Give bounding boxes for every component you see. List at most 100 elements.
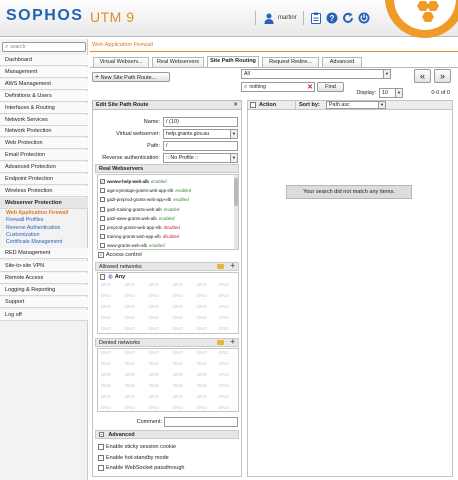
option-checkbox[interactable] [98,454,104,461]
option-checkbox[interactable] [98,465,104,471]
tab[interactable]: Advanced [322,57,362,67]
webserver-row[interactable]: agencytestapi-grants-web-app-elb enabled [100,186,191,195]
option-checkbox[interactable] [98,444,104,450]
advanced-header[interactable]: − Advanced [95,430,239,439]
advanced-option[interactable]: Enable hot-standby mode [98,454,169,461]
webserver-checkbox[interactable] [100,197,105,203]
dnd-watermark: DND [101,304,111,309]
add-icon[interactable]: + [230,262,235,270]
webserver-row[interactable]: ✓ wwww-help-web-alb enabled [100,177,167,186]
advanced-option[interactable]: Enable sticky session cookie [98,444,176,450]
sidebar-item[interactable]: Log off [0,309,88,321]
sidebar-subitem[interactable]: Certificate Management [6,239,62,246]
new-button-label: New Site Path Route... [100,75,157,81]
sortby-select[interactable]: Path asc ▼ [326,101,386,109]
advanced-option[interactable]: Enable WebSocket passthrough [98,465,184,471]
sidebar-item[interactable]: Support [0,297,88,309]
reload-icon[interactable] [342,12,355,25]
webserver-row[interactable]: ga2l-training-grants-web-alb enabled [100,205,179,214]
sidebar-item[interactable]: Definitions & Users [0,90,88,102]
dnd-watermark: DND [219,293,229,298]
clipboard-icon[interactable] [310,12,323,25]
range-text: 0-0 of 0 [431,90,450,96]
delete-icon[interactable] [100,274,105,280]
collapse-icon[interactable]: − [99,432,104,438]
name-field[interactable]: / (10) [163,117,238,127]
name-label: Name: [143,119,160,125]
close-icon[interactable]: ✕ [233,101,238,110]
webserver-status: enabled [150,179,167,184]
sidebar-item[interactable]: Advanced Protection [0,162,88,174]
sidebar-item[interactable]: Webserver Protection [0,197,88,209]
list-search-input[interactable]: ⌕ nothing ✕ [241,82,315,92]
folder-icon[interactable] [217,264,224,269]
dnd-watermark: DND [197,293,207,298]
first-page-button[interactable]: « [414,69,431,83]
sidebar-item[interactable]: Logging & Reporting [0,285,88,297]
webserver-checkbox[interactable] [100,234,105,240]
new-site-path-route-button[interactable]: + New Site Path Route... [92,72,170,82]
webserver-checkbox[interactable] [100,243,105,249]
dnd-watermark: DND [125,282,135,287]
sidebar-item[interactable]: Email Protection [0,150,88,162]
display-select[interactable]: 10 ▼ [379,88,403,98]
sidebar-item[interactable]: Network Services [0,114,88,126]
sidebar-search-input[interactable]: ⌕ search [2,42,86,52]
allowed-network-item[interactable]: ◍ Any [100,274,125,280]
sidebar-subitem[interactable]: Customization [6,232,40,239]
dnd-watermark: DND [197,282,207,287]
dnd-watermark: DND [125,361,135,366]
sidebar-item[interactable]: Management [0,66,88,78]
webserver-checkbox[interactable] [100,215,105,221]
select-all-checkbox[interactable] [250,102,256,108]
last-page-button[interactable]: » [434,69,451,83]
scrollbar-thumb[interactable] [234,178,238,206]
tab[interactable]: Real Webservers [152,57,204,67]
denied-networks-title: Denied networks [99,340,140,346]
webserver-checkbox[interactable]: ✓ [100,179,105,184]
reverse-auth-select[interactable]: :: No Profile :: ▼ [163,153,238,163]
allowed-networks-list: DND DND DND DND DND DND DND DND DND DND DND DND DND D… [97,272,239,334]
webserver-row[interactable]: ga2l-preprod-grants-web-app-elb enabled [100,195,189,204]
webserver-checkbox[interactable] [100,225,105,230]
webserver-name: wwww-help-web-alb [107,179,149,184]
header-toolbar: martinr ? [252,10,371,26]
sidebar-subitem[interactable]: Firewall Profiles [6,217,43,224]
webserver-row[interactable]: preprod-grants-web-app-elb disabled [100,223,180,232]
path-field[interactable]: / [163,141,238,151]
help-icon[interactable]: ? [326,12,339,25]
webserver-row[interactable]: ga2l-www-grants-web-alb enabled [100,214,174,223]
sidebar-item[interactable]: Site-to-site VPN [0,260,88,272]
tab[interactable]: Site Path Routing [207,56,259,67]
folder-icon[interactable] [217,340,224,345]
tab[interactable]: Request Redire... [262,57,319,67]
sidebar-item[interactable]: Interfaces & Routing [0,102,88,114]
sidebar-item[interactable]: Remote Access [0,272,88,284]
sidebar-item[interactable]: Wireless Protection [0,185,88,197]
sidebar-item[interactable]: Web Protection [0,138,88,150]
sidebar-item[interactable]: AWS Management [0,78,88,90]
dnd-watermark: DND [219,372,229,377]
sidebar-item[interactable]: Network Protection [0,126,88,138]
webserver-row[interactable]: training-grants-web-app-elb disabled [100,232,179,241]
sidebar-item[interactable]: RED Management [0,248,88,260]
sidebar-subitem[interactable]: Reverse Authentication [6,225,60,232]
sidebar-item[interactable]: Dashboard [0,55,88,66]
clear-icon[interactable]: ✕ [307,84,314,91]
power-icon[interactable] [358,12,371,25]
virtual-webserver-select[interactable]: help.grants.gov.au ▼ [163,129,238,139]
filter-value: All [244,71,250,77]
access-control-checkbox-row[interactable]: ✓ Access control [98,252,142,258]
webserver-checkbox[interactable] [100,206,105,212]
add-icon[interactable]: + [230,338,235,346]
filter-select[interactable]: All ▼ [241,69,391,79]
sidebar-subitem[interactable]: Web Application Firewall [6,210,68,217]
webserver-checkbox[interactable] [100,188,105,194]
access-control-checkbox[interactable]: ✓ [98,252,104,258]
webserver-row[interactable]: www-grants-web-alb enabled [100,241,165,249]
sidebar-item[interactable]: Endpoint Protection [0,174,88,185]
comment-field[interactable] [164,417,238,427]
find-button[interactable]: Find [317,82,344,92]
username[interactable]: martinr [278,15,297,21]
tab[interactable]: Virtual Webserv... [93,57,149,67]
